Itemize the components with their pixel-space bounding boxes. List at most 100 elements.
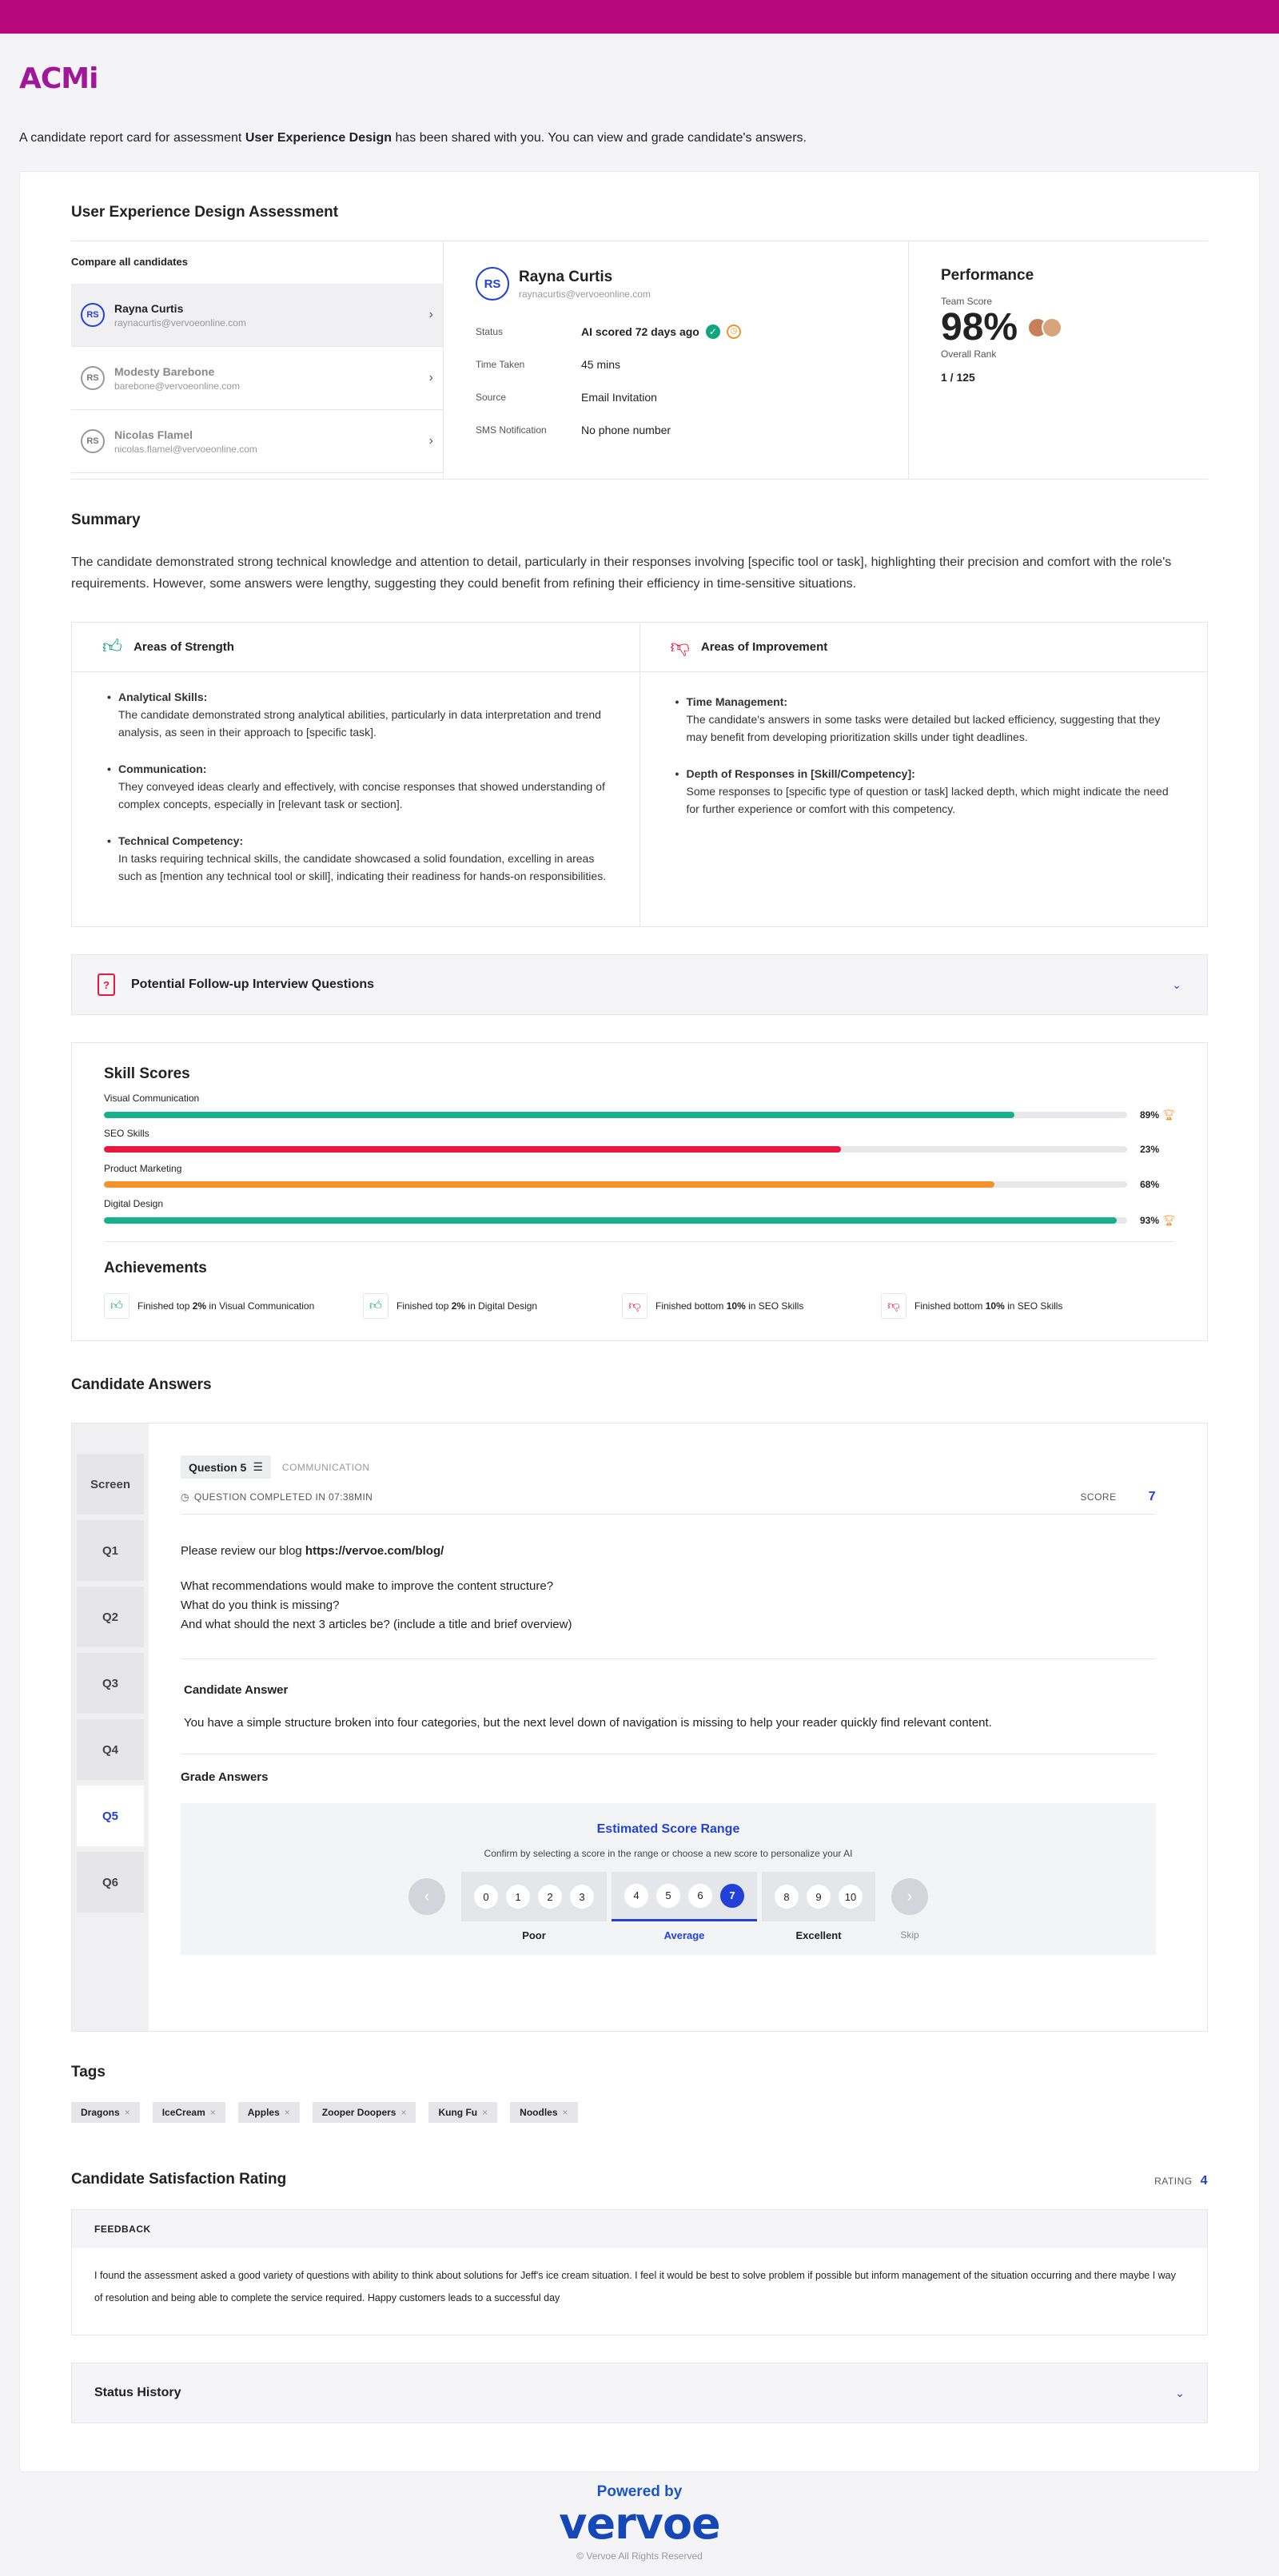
skip-label[interactable]: Skip xyxy=(900,1929,918,1941)
improvement-column: 👎︎ Areas of Improvement Time Management:… xyxy=(639,623,1207,926)
question-nav-q1[interactable]: Q1 xyxy=(77,1520,144,1581)
detail-row-status: Status AI scored 72 days ago ✓ ◷ xyxy=(476,315,876,348)
score-option[interactable]: 6 xyxy=(688,1883,712,1908)
item-heading: Technical Competency: xyxy=(118,834,244,847)
tag-chip[interactable]: Zooper Doopers × xyxy=(312,2102,416,2123)
thumbs-up-icon: 👍︎ xyxy=(363,1293,388,1319)
tag-chip[interactable]: Dragons × xyxy=(71,2102,140,2123)
candidate-answer-text: You have a simple structure broken into … xyxy=(184,1716,992,1730)
score-option[interactable]: 2 xyxy=(538,1885,562,1909)
question-body: Question 5 ☰ COMMUNICATION ◷ QUESTION CO… xyxy=(149,1423,1207,2031)
tags-title: Tags xyxy=(71,2064,106,2080)
blog-link[interactable]: https://vervoe.com/blog/ xyxy=(305,1544,444,1558)
question-nav-q4[interactable]: Q4 xyxy=(77,1719,144,1780)
score-option-selected[interactable]: 7 xyxy=(720,1883,744,1908)
chevron-down-icon[interactable]: ⌄ xyxy=(1172,978,1181,992)
close-icon[interactable]: × xyxy=(482,2107,488,2118)
close-icon[interactable]: × xyxy=(563,2107,568,2118)
item-body: They conveyed ideas clearly and effectiv… xyxy=(118,780,605,810)
skill-percent: 68% xyxy=(1140,1179,1160,1190)
score-option[interactable]: 1 xyxy=(506,1885,530,1909)
candidate-answers-panel: Screen Q1 Q2 Q3 Q4 Q5 Q6 Question 5 ☰ CO… xyxy=(71,1423,1208,2032)
overall-rank-label: Overall Rank xyxy=(941,348,997,360)
check-icon: ✓ xyxy=(705,324,720,339)
detail-row-time: Time Taken 45 mins xyxy=(476,348,876,380)
status-history-title: Status History xyxy=(94,2386,181,2399)
tag-chip[interactable]: Kung Fu × xyxy=(428,2102,498,2123)
question-label: Question 5 xyxy=(189,1460,247,1474)
close-icon[interactable]: × xyxy=(210,2107,216,2118)
item-body: In tasks requiring technical skills, the… xyxy=(118,852,607,882)
achievement-item: 👍︎ Finished top 2% in Digital Design xyxy=(363,1293,622,1319)
score-option[interactable]: 10 xyxy=(839,1885,863,1909)
intro-assessment-name: User Experience Design xyxy=(245,131,392,145)
chevron-right-icon: › xyxy=(428,308,433,321)
company-logo: ACMi xyxy=(0,34,1279,129)
chevron-down-icon[interactable]: ⌄ xyxy=(1175,2387,1185,2400)
next-score-button[interactable]: › xyxy=(891,1878,928,1915)
skill-row: Visual Communication 89% 🏆︎ xyxy=(104,1093,1176,1128)
score-option[interactable]: 4 xyxy=(624,1883,648,1908)
logo-text: ACMi xyxy=(19,62,98,95)
question-nav-q5[interactable]: Q5 xyxy=(77,1786,144,1846)
candidate-answers-title: Candidate Answers xyxy=(71,1376,212,1393)
list-item: Technical Competency: In tasks requiring … xyxy=(107,832,609,885)
trophy-icon: 🏆︎ xyxy=(1162,1214,1176,1226)
score-group-excellent: 8 9 10 Excellent xyxy=(762,1872,875,1941)
skill-scores-panel: Skill Scores Visual Communication 89% 🏆︎ SE… xyxy=(71,1042,1208,1341)
score-value: 7 xyxy=(1148,1490,1156,1503)
completed-time: QUESTION COMPLETED IN 07:38MIN xyxy=(193,1491,373,1503)
candidate-email: raynacurtis@vervoeonline.com xyxy=(519,288,651,300)
item-body: Some responses to [specific type of ques… xyxy=(686,785,1169,815)
chevron-right-icon: › xyxy=(428,434,433,448)
candidate-item[interactable]: RS Nicolas Flamel nicolas.flamel@vervoeo… xyxy=(71,410,443,473)
followup-questions-accordion[interactable]: ? Potential Follow-up Interview Question… xyxy=(71,954,1208,1015)
candidate-name: Rayna Curtis xyxy=(114,301,184,315)
thumbs-up-icon: 👍︎ xyxy=(104,1293,129,1319)
score-option[interactable]: 5 xyxy=(656,1883,680,1908)
prev-score-button[interactable]: ‹ xyxy=(408,1878,445,1915)
strength-title: Areas of Strength xyxy=(133,640,234,654)
skill-name: Visual Communication xyxy=(104,1093,200,1104)
followup-title: Potential Follow-up Interview Questions xyxy=(131,977,375,991)
tag-chip[interactable]: IceCream × xyxy=(152,2102,225,2123)
candidate-name: Nicolas Flamel xyxy=(114,428,193,441)
skill-row: Product Marketing 68% xyxy=(104,1163,1175,1198)
avatar: RS xyxy=(81,429,105,453)
question-nav-screen[interactable]: Screen xyxy=(77,1454,144,1515)
skill-name: Digital Design xyxy=(104,1198,164,1209)
time-taken-value: 45 mins xyxy=(581,357,621,371)
document-question-icon: ? xyxy=(98,973,115,996)
rating-value: 4 xyxy=(1200,2174,1208,2188)
question-nav-q6[interactable]: Q6 xyxy=(77,1852,144,1913)
sms-value: No phone number xyxy=(581,423,671,436)
status-history-accordion[interactable]: Status History ⌄ xyxy=(71,2363,1208,2423)
detail-label: Status xyxy=(476,325,504,337)
feedback-box: FEEDBACK I found the assessment asked a … xyxy=(71,2209,1208,2335)
thumbs-down-icon: 👎︎ xyxy=(881,1293,906,1319)
score-option[interactable]: 0 xyxy=(474,1885,498,1909)
candidate-email: nicolas.flamel@vervoeonline.com xyxy=(114,443,257,455)
tag-chip[interactable]: Noodles × xyxy=(510,2102,578,2123)
tag-chip[interactable]: Apples × xyxy=(237,2102,300,2123)
chevron-right-icon: › xyxy=(428,371,433,384)
close-icon[interactable]: × xyxy=(285,2107,290,2118)
question-nav-q3[interactable]: Q3 xyxy=(77,1653,144,1714)
close-icon[interactable]: × xyxy=(125,2107,130,2118)
question-nav-q2[interactable]: Q2 xyxy=(77,1587,144,1647)
candidate-item[interactable]: RS Rayna Curtis raynacurtis@vervoeonline… xyxy=(71,284,443,347)
question-tag: Question 5 ☰ xyxy=(181,1455,271,1479)
item-body: The candidate's answers in some tasks we… xyxy=(686,713,1161,743)
team-score: 98% xyxy=(941,306,1018,348)
score-option[interactable]: 8 xyxy=(775,1885,799,1909)
score-option[interactable]: 3 xyxy=(570,1885,594,1909)
intro-pre: A candidate report card for assessment xyxy=(19,131,245,145)
status-value: AI scored 72 days ago xyxy=(581,324,699,338)
question-category: COMMUNICATION xyxy=(281,1461,370,1473)
skill-bar-fill xyxy=(104,1181,994,1188)
score-option[interactable]: 9 xyxy=(807,1885,831,1909)
candidate-detail: RS Rayna Curtis raynacurtis@vervoeonline… xyxy=(444,241,909,479)
close-icon[interactable]: × xyxy=(400,2107,406,2118)
candidate-item[interactable]: RS Modesty Barebone barebone@vervoeonlin… xyxy=(71,347,443,410)
skill-bar-fill xyxy=(104,1112,1015,1118)
